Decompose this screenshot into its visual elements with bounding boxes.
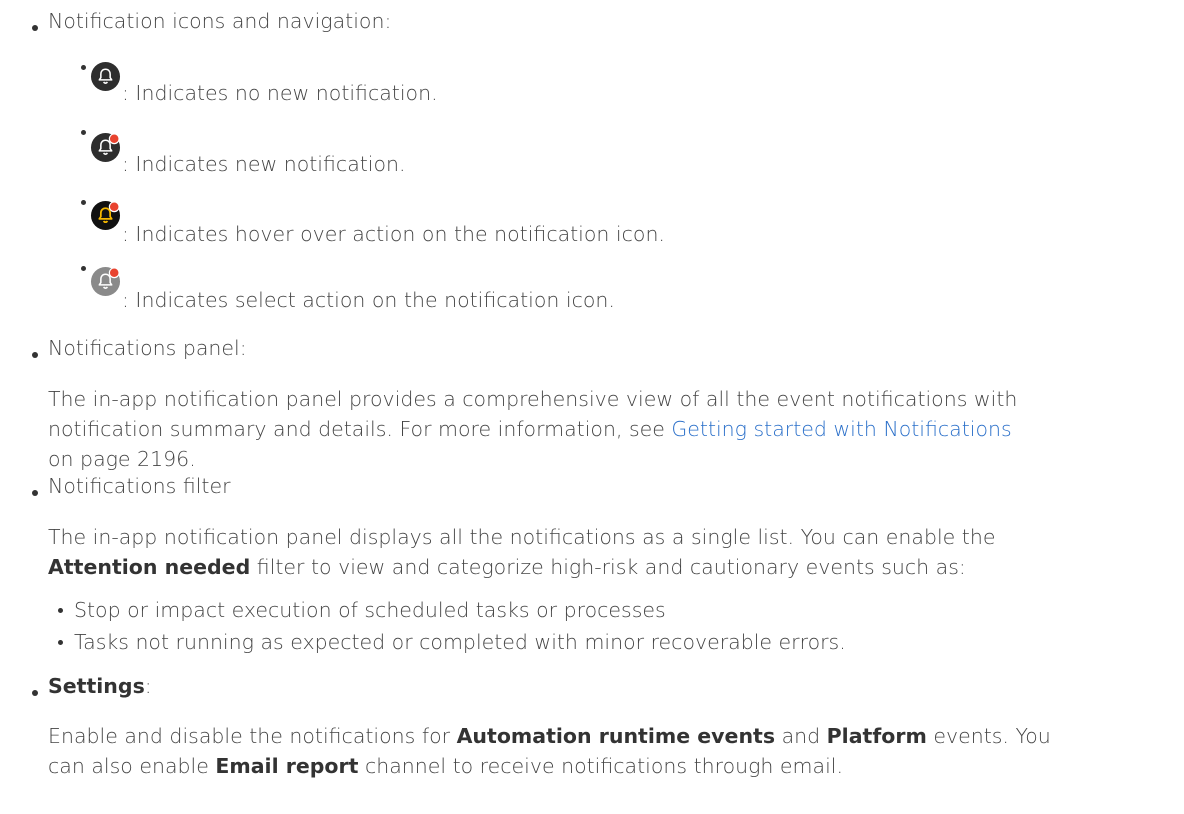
filter-paragraph-line: The in-app notification panel displays a… <box>48 525 996 549</box>
settings-label: Settings <box>48 674 145 698</box>
icon-item-text: : Indicates select action on the notific… <box>122 288 615 312</box>
filter-paragraph-text: filter to view and categorize high-risk … <box>250 555 966 579</box>
bullet <box>32 25 38 31</box>
panel-paragraph-text: notification summary and details. For mo… <box>48 417 672 441</box>
panel-paragraph-line: The in-app notification panel provides a… <box>48 387 1018 411</box>
icon-item-text: : Indicates new notification. <box>122 152 406 176</box>
document-page: Notification icons and navigation: : Ind… <box>0 0 1184 814</box>
panel-paragraph-line: notification summary and details. For mo… <box>48 414 1012 444</box>
bell-icon-hover <box>90 200 121 231</box>
bell-icon-select <box>90 266 121 297</box>
panel-paragraph-line: on page 2196. <box>48 447 196 471</box>
sub-bullet <box>81 130 86 135</box>
icons-section-heading: Notification icons and navigation: <box>48 9 392 33</box>
icon-item-text: : Indicates hover over action on the not… <box>122 222 665 246</box>
filter-subitem: Stop or impact execution of scheduled ta… <box>74 598 666 622</box>
filter-paragraph-line: Attention needed filter to view and cate… <box>48 552 966 582</box>
panel-section-heading: Notifications panel: <box>48 336 247 360</box>
filter-subitem: Tasks not running as expected or complet… <box>74 630 846 654</box>
bullet <box>32 352 38 358</box>
platform-label: Platform <box>826 724 927 748</box>
settings-text: and <box>775 724 827 748</box>
attention-needed-label: Attention needed <box>48 555 251 579</box>
automation-runtime-events-label: Automation runtime events <box>456 724 776 748</box>
settings-text: events. You <box>926 724 1051 748</box>
email-report-label: Email report <box>215 754 359 778</box>
settings-colon: : <box>144 674 152 698</box>
icon-item-text: : Indicates no new notification. <box>122 81 438 105</box>
getting-started-link[interactable]: Getting started with Notifications <box>671 417 1011 441</box>
settings-paragraph-line: Enable and disable the notifications for… <box>48 721 1051 751</box>
settings-paragraph-line: can also enable Email report channel to … <box>48 751 843 781</box>
sub-bullet <box>81 266 86 271</box>
settings-text: channel to receive notifications through… <box>358 754 843 778</box>
sub-bullet <box>58 640 63 645</box>
sub-bullet <box>81 65 86 70</box>
bell-icon-no-new <box>90 61 121 92</box>
bullet <box>32 690 38 696</box>
filter-section-heading: Notifications filter <box>48 474 231 498</box>
settings-text: Enable and disable the notifications for <box>48 724 457 748</box>
sub-bullet <box>81 200 86 205</box>
settings-section-heading: Settings: <box>48 671 152 701</box>
sub-bullet <box>58 608 63 613</box>
bell-icon-new <box>90 132 121 163</box>
bullet <box>32 490 38 496</box>
settings-text: can also enable <box>48 754 216 778</box>
